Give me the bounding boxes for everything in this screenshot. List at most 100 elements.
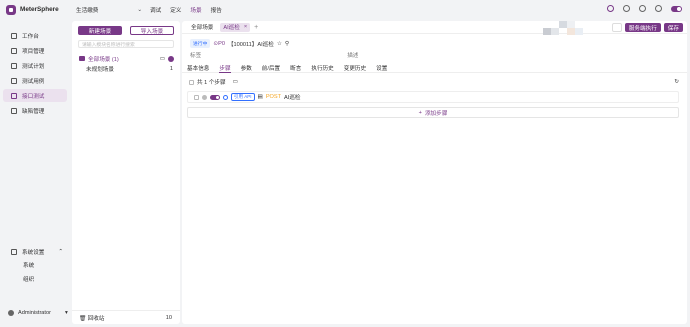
tree-item-count: 1 (169, 66, 173, 72)
recycle-label: 回收站 (87, 315, 105, 322)
chevron-down-icon: ⌄ (137, 6, 142, 13)
task-icon[interactable] (607, 5, 614, 12)
caret-down-icon: ▾ (64, 310, 68, 316)
module-search-input[interactable]: 请输入模块名称进行搜索 (78, 40, 174, 48)
comment-icon[interactable]: ▭ (233, 79, 238, 85)
recycle-count: 10 (165, 314, 172, 321)
tab-basic-info[interactable]: 基本信息 (187, 64, 209, 72)
translate-icon[interactable] (639, 5, 646, 12)
chevron-up-icon: ⌃ (58, 248, 64, 255)
api-icon (11, 92, 17, 99)
tab-ai-inspection[interactable]: AI巡检 × (220, 22, 251, 32)
add-module-icon[interactable] (168, 55, 174, 62)
mosaic-image (543, 21, 583, 35)
new-scene-button[interactable]: 新建场景 (78, 26, 122, 35)
sidebar-item-org[interactable]: 组织 (0, 272, 70, 286)
save-button[interactable]: 保存 (663, 23, 683, 32)
tree-root-label: 全部场景 (1) (88, 56, 119, 63)
tab-settings[interactable]: 设置 (376, 64, 387, 72)
app-name: MeterSphere (20, 6, 59, 13)
detail-tabs: 基本信息 步骤 参数 前/后置 断言 执行历史 变更历史 设置 (182, 59, 687, 73)
user-name: Administrator (18, 310, 51, 316)
add-step-label: 添加步骤 (424, 110, 448, 117)
sidebar-item-workbench[interactable]: 工作台 (3, 29, 67, 42)
sidebar: 工作台 项目管理 测试计划 测试用例 接口测试 缺陷管理 系统设置 ⌃ 系统 组… (0, 19, 70, 327)
more-options-button[interactable] (611, 23, 622, 32)
tree-item[interactable]: 未规划场景 1 (72, 64, 180, 74)
step-type-tag: 引用 API (231, 93, 255, 101)
sidebar-item-case[interactable]: 测试用例 (3, 74, 67, 87)
scene-main: 全部场景 AI巡检 × + 服务端执行 保存 进行中 ⊙P0 【100011】A… (182, 21, 687, 324)
step-checkbox[interactable] (194, 94, 199, 100)
bug-icon (11, 107, 17, 114)
doc-icon: ▤ (257, 94, 263, 100)
nav-definition[interactable]: 定义 (170, 6, 181, 14)
project-selector[interactable]: 生活缴费 ⌄ (76, 6, 142, 14)
sidebar-item-plan[interactable]: 测试计划 (3, 59, 67, 72)
step-row[interactable]: 引用 API ▤ POST AI巡检 (187, 91, 679, 103)
bell-icon[interactable] (623, 5, 630, 12)
tab-all-scenes[interactable]: 全部场景 (188, 23, 216, 32)
import-scene-button[interactable]: 导入场景 (129, 26, 174, 35)
tag-label[interactable]: 标签 (190, 51, 201, 59)
nav-report[interactable]: 报告 (211, 6, 222, 14)
top-bar: MeterSphere 生活缴费 ⌄ 调试 定义 场景 报告 (0, 0, 690, 19)
recycle-bin[interactable]: 🗑 回收站 10 (72, 310, 180, 324)
nav-debug[interactable]: 调试 (150, 6, 161, 14)
page-title: 【100011】AI巡检 (227, 41, 274, 48)
add-tab-icon[interactable]: + (254, 24, 258, 31)
link-icon[interactable]: ⚲ (285, 41, 289, 47)
tab-assertion[interactable]: 断言 (290, 64, 301, 72)
http-method: POST (265, 94, 282, 100)
tab-params[interactable]: 参数 (241, 64, 252, 72)
nav-scenario[interactable]: 场景 (190, 6, 201, 14)
step-count: 共 1 个步骤 (197, 80, 226, 86)
sidebar-item-label: 缺陷管理 (22, 108, 45, 115)
sidebar-item-system[interactable]: 系统 (0, 258, 70, 272)
close-icon[interactable]: × (244, 24, 247, 30)
tree-root[interactable]: 全部场景 (1) ▭ (72, 53, 180, 64)
star-icon[interactable]: ☆ (277, 41, 282, 47)
system-settings: 系统设置 ⌃ 系统 组织 (0, 245, 70, 286)
plan-icon (11, 62, 17, 69)
add-step-button[interactable]: + 添加步骤 (187, 107, 679, 118)
desc-label[interactable]: 描述 (347, 51, 358, 59)
tab-steps[interactable]: 步骤 (219, 64, 231, 73)
module-nav: 调试 定义 场景 报告 (150, 6, 222, 14)
server-execute-button[interactable]: 服务端执行 (624, 23, 661, 32)
sidebar-item-bug[interactable]: 缺陷管理 (3, 104, 67, 117)
sidebar-item-label: 接口测试 (22, 93, 45, 100)
select-all-checkbox[interactable] (189, 79, 194, 85)
tab-exec-history[interactable]: 执行历史 (311, 64, 333, 72)
user-menu[interactable]: Administrator ▾ (8, 310, 68, 316)
status-badge[interactable]: 进行中 (190, 39, 211, 48)
step-name: AI巡检 (284, 95, 301, 101)
help-icon[interactable] (655, 5, 662, 12)
settings-icon (11, 248, 17, 255)
sidebar-item-label: 测试用例 (22, 78, 45, 85)
sidebar-item-label: 项目管理 (22, 48, 45, 55)
folder-icon (79, 56, 85, 61)
tree-item-label: 未规划场景 (86, 67, 114, 73)
step-index-icon (202, 94, 207, 100)
step-enable-toggle[interactable] (210, 94, 220, 100)
tab-change-history[interactable]: 变更历史 (344, 64, 366, 72)
project-name: 生活缴费 (76, 7, 99, 14)
refresh-icon[interactable]: ↻ (674, 79, 679, 85)
priority-badge: ⊙P0 (213, 40, 225, 47)
tab-pre-post[interactable]: 前/后置 (262, 64, 280, 72)
system-settings-toggle[interactable]: 系统设置 ⌃ (0, 245, 70, 258)
theme-toggle[interactable] (671, 5, 682, 12)
plus-icon: + (418, 109, 422, 116)
folder-add-icon[interactable]: ▭ (160, 56, 165, 62)
tab-label: AI巡检 (223, 25, 240, 31)
sidebar-item-label: 测试计划 (22, 63, 45, 70)
sidebar-item-api[interactable]: 接口测试 (3, 89, 67, 102)
case-icon (11, 77, 17, 84)
system-settings-label: 系统设置 (22, 249, 45, 256)
trash-icon: 🗑 (79, 315, 87, 322)
sidebar-item-project[interactable]: 项目管理 (3, 44, 67, 57)
metersphere-logo-icon (6, 4, 16, 15)
logo[interactable]: MeterSphere (6, 4, 74, 15)
priority-label: P0 (218, 40, 225, 47)
